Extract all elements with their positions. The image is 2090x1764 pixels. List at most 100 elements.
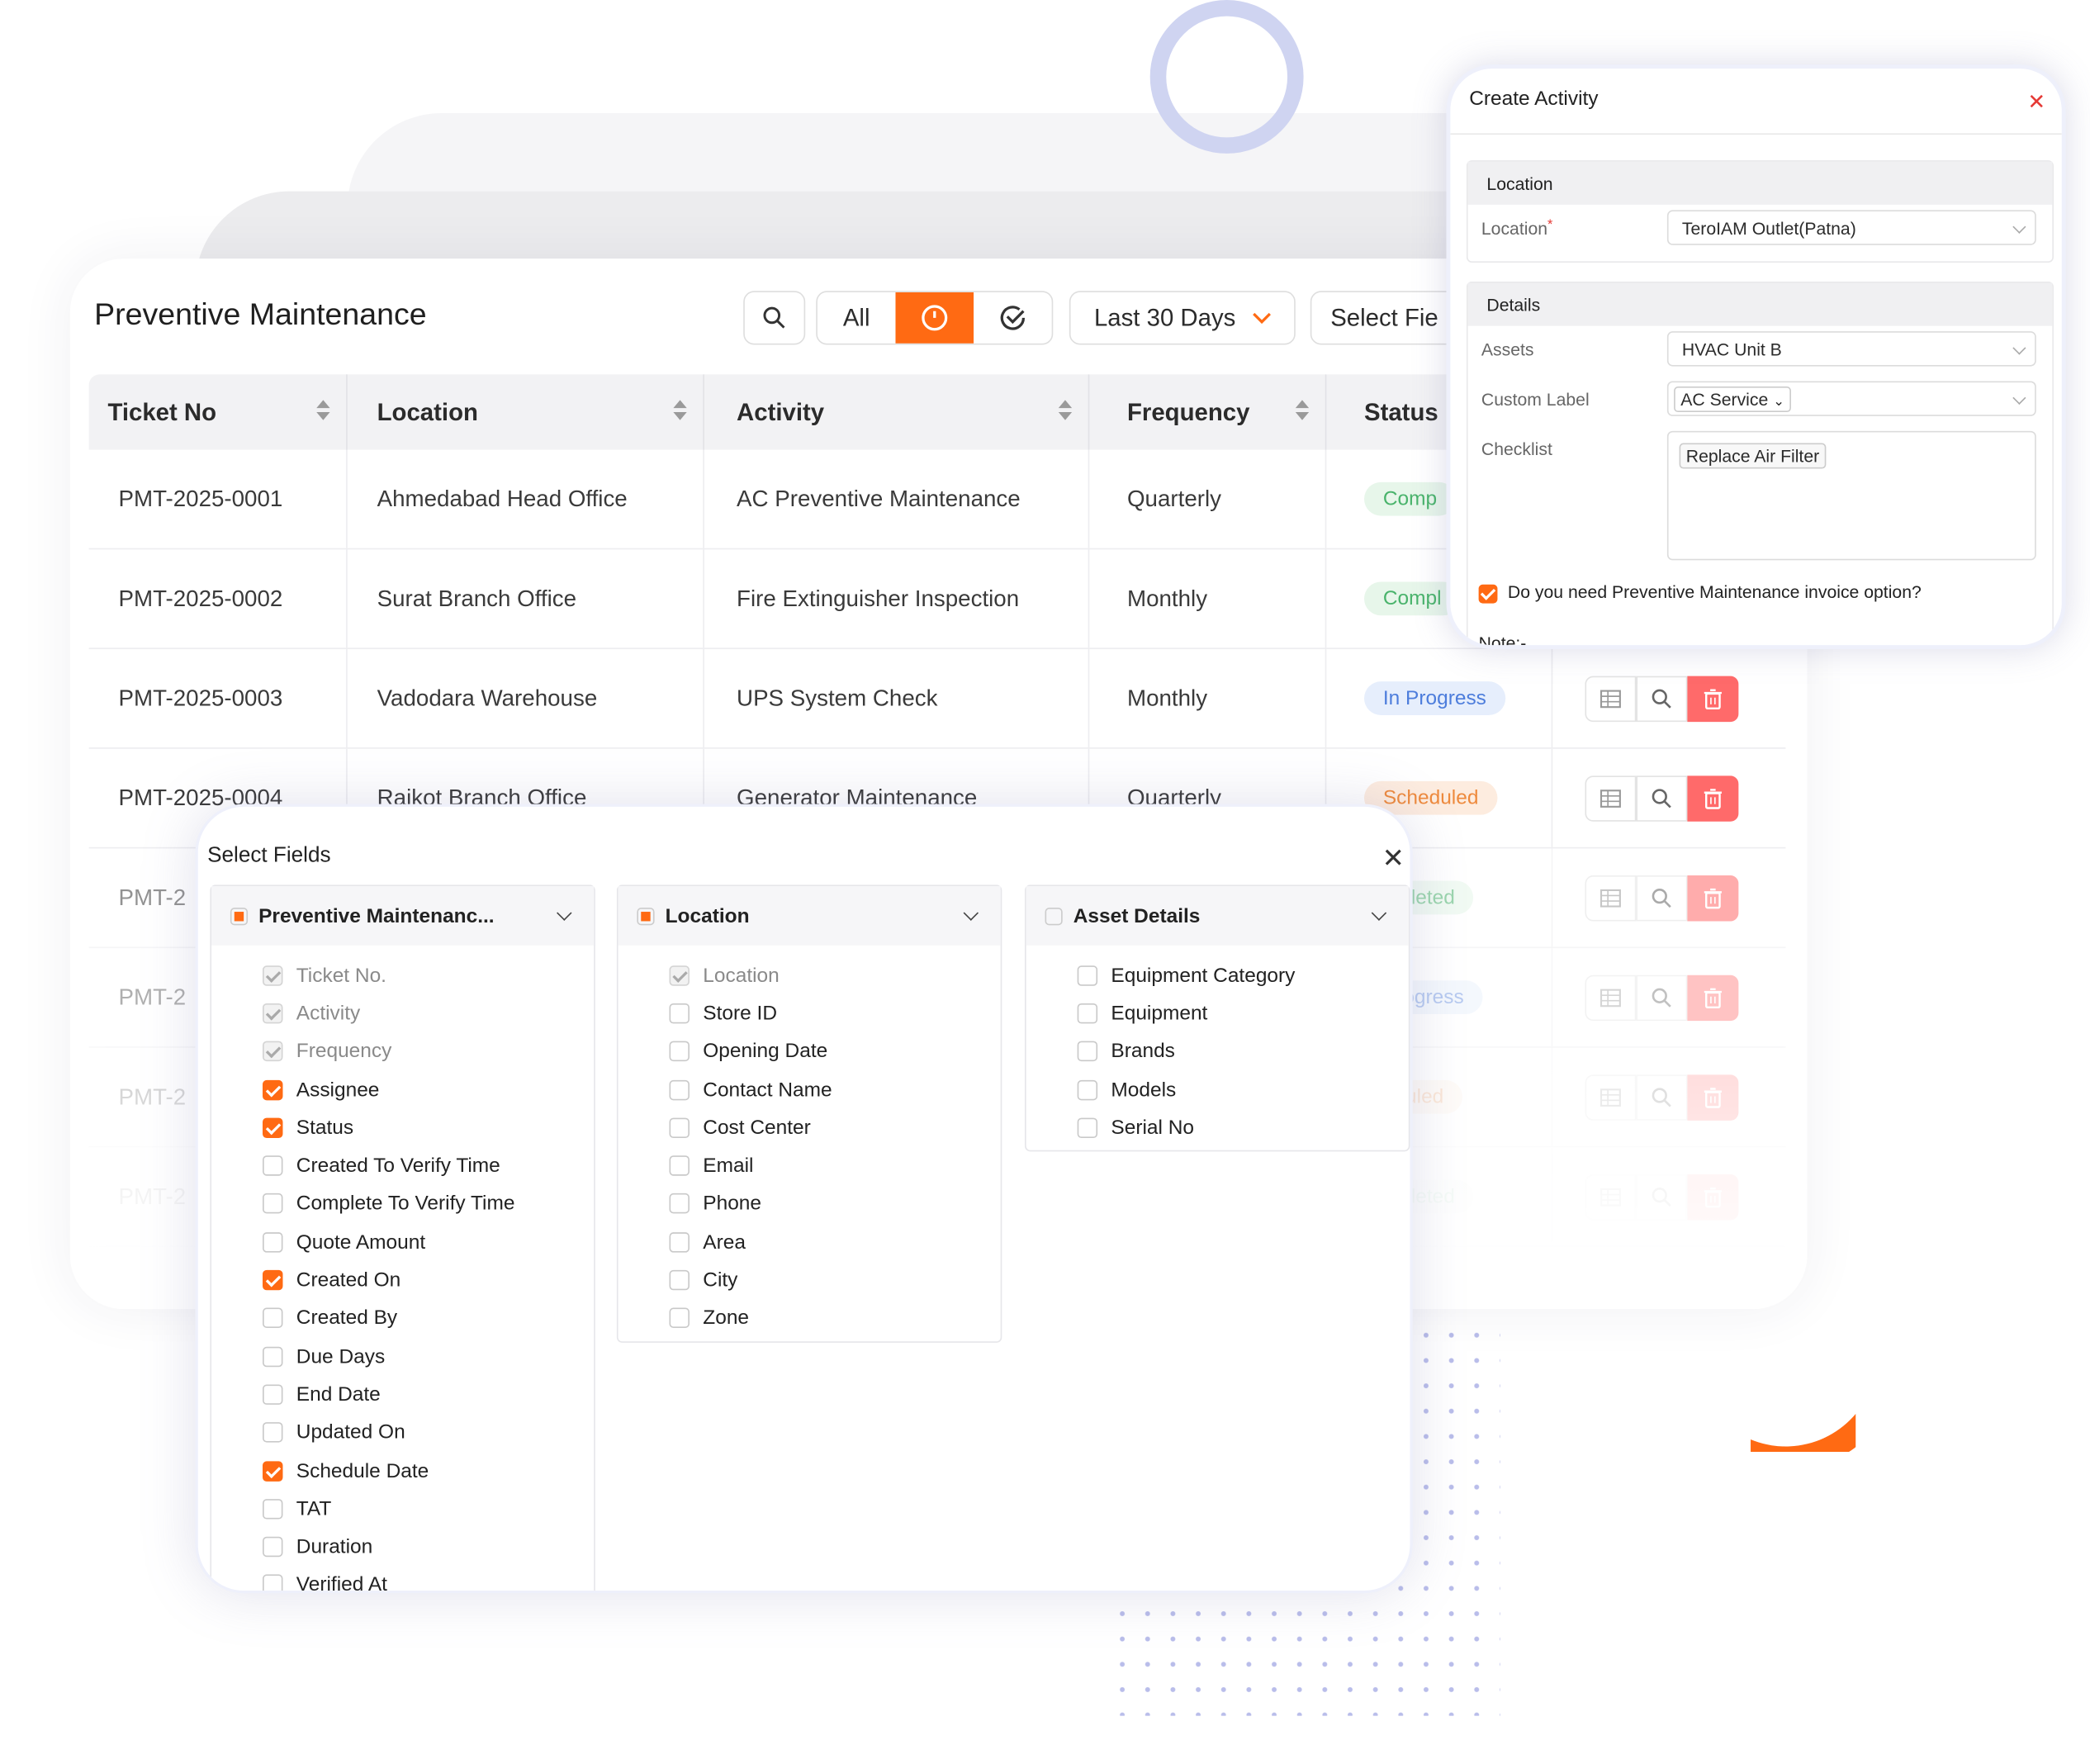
field-option[interactable]: Store ID <box>669 994 1001 1032</box>
field-checkbox[interactable] <box>263 1536 283 1558</box>
search-row-button[interactable] <box>1636 1174 1688 1220</box>
field-option[interactable]: Activity <box>263 994 594 1032</box>
column-header-activity[interactable]: Activity <box>704 374 1090 450</box>
field-checkbox[interactable] <box>263 1003 283 1024</box>
field-option[interactable]: Status <box>263 1108 594 1146</box>
field-option[interactable]: Email <box>669 1147 1001 1185</box>
field-option[interactable]: Verified At <box>263 1566 594 1591</box>
search-row-button[interactable] <box>1636 875 1688 921</box>
field-option[interactable]: Updated On <box>263 1414 594 1452</box>
table-row[interactable]: PMT-2025-0003 Vadodara Warehouse UPS Syste… <box>88 649 1786 749</box>
column-header-frequency[interactable]: Frequency <box>1089 374 1327 450</box>
field-checkbox[interactable] <box>669 1079 690 1100</box>
field-checkbox[interactable] <box>669 1155 690 1176</box>
group-checkbox[interactable] <box>637 907 655 925</box>
field-option[interactable]: Opening Date <box>669 1032 1001 1070</box>
field-checkbox[interactable] <box>263 1346 283 1367</box>
field-option[interactable]: Created To Verify Time <box>263 1147 594 1185</box>
field-checkbox[interactable] <box>263 1498 283 1520</box>
field-checkbox[interactable] <box>669 1117 690 1138</box>
field-option[interactable]: End Date <box>263 1375 594 1413</box>
custom-label-chip[interactable]: AC Service ⌄ <box>1674 386 1792 412</box>
field-option[interactable]: Quote Amount <box>263 1223 594 1261</box>
field-option[interactable]: Cost Center <box>669 1108 1001 1146</box>
field-option[interactable]: City <box>669 1261 1001 1299</box>
search-row-button[interactable] <box>1636 1074 1688 1121</box>
field-option[interactable]: Zone <box>669 1299 1001 1337</box>
field-checkbox[interactable] <box>263 1117 283 1138</box>
search-row-button[interactable] <box>1636 675 1688 722</box>
view-table-button[interactable] <box>1585 974 1637 1021</box>
field-checkbox[interactable] <box>263 1384 283 1405</box>
field-checkbox[interactable] <box>1077 1041 1098 1062</box>
search-row-button[interactable] <box>1636 775 1688 821</box>
chevron-down-icon[interactable] <box>963 905 979 921</box>
delete-button[interactable] <box>1687 974 1739 1021</box>
search-row-button[interactable] <box>1636 974 1688 1021</box>
field-option[interactable]: Ticket No. <box>263 956 594 994</box>
delete-button[interactable] <box>1687 675 1739 722</box>
close-icon[interactable]: ✕ <box>1382 842 1405 875</box>
view-table-button[interactable] <box>1585 1074 1637 1121</box>
group-header[interactable]: Asset Details <box>1026 886 1409 946</box>
field-option[interactable]: Complete To Verify Time <box>263 1185 594 1223</box>
delete-button[interactable] <box>1687 1074 1739 1121</box>
field-checkbox[interactable] <box>1077 1117 1098 1138</box>
field-option[interactable]: Equipment Category <box>1077 956 1409 994</box>
field-option[interactable]: Contact Name <box>669 1070 1001 1108</box>
field-option[interactable]: Phone <box>669 1185 1001 1223</box>
group-header[interactable]: Location <box>618 886 1001 946</box>
group-checkbox[interactable] <box>1045 907 1063 925</box>
view-table-button[interactable] <box>1585 875 1637 921</box>
view-table-button[interactable] <box>1585 775 1637 821</box>
field-checkbox[interactable] <box>669 1269 690 1291</box>
location-select[interactable]: TeroIAM Outlet(Patna) <box>1666 210 2036 245</box>
field-checkbox[interactable] <box>263 1575 283 1591</box>
field-checkbox[interactable] <box>1077 1079 1098 1100</box>
field-option[interactable]: Schedule Date <box>263 1452 594 1490</box>
field-option[interactable]: TAT <box>263 1490 594 1528</box>
field-checkbox[interactable] <box>669 1308 690 1329</box>
field-option[interactable]: Brands <box>1077 1032 1409 1070</box>
field-option[interactable]: Serial No <box>1077 1108 1409 1146</box>
field-checkbox[interactable] <box>263 1041 283 1062</box>
field-option[interactable]: Frequency <box>263 1032 594 1070</box>
sort-icon[interactable] <box>1296 400 1309 420</box>
view-table-button[interactable] <box>1585 675 1637 722</box>
filter-completed-button[interactable] <box>974 292 1052 344</box>
checklist-chip[interactable]: Replace Air Filter <box>1679 443 1827 469</box>
checklist-field[interactable]: Replace Air Filter <box>1666 430 2036 561</box>
invoice-checkbox[interactable] <box>1478 584 1498 603</box>
sort-icon[interactable] <box>1059 400 1072 420</box>
sort-icon[interactable] <box>316 400 329 420</box>
field-option[interactable]: Duration <box>263 1528 594 1566</box>
field-checkbox[interactable] <box>669 1193 690 1215</box>
column-header-ticket[interactable]: Ticket No <box>89 374 348 450</box>
view-table-button[interactable] <box>1585 1174 1637 1220</box>
column-header-location[interactable]: Location <box>348 374 704 450</box>
filter-all-button[interactable]: All <box>818 292 896 344</box>
delete-button[interactable] <box>1687 1174 1739 1220</box>
field-checkbox[interactable] <box>263 1460 283 1482</box>
field-checkbox[interactable] <box>1077 965 1098 986</box>
filter-pending-button[interactable] <box>895 292 974 344</box>
field-checkbox[interactable] <box>263 965 283 986</box>
custom-label-select[interactable]: AC Service ⌄ <box>1666 381 2036 416</box>
group-header[interactable]: Preventive Maintenanc... <box>211 886 595 946</box>
field-option[interactable]: Due Days <box>263 1337 594 1375</box>
field-checkbox[interactable] <box>263 1422 283 1443</box>
field-checkbox[interactable] <box>669 965 690 986</box>
field-option[interactable]: Assignee <box>263 1070 594 1108</box>
field-option[interactable]: Location <box>669 956 1001 994</box>
field-checkbox[interactable] <box>263 1308 283 1329</box>
field-option[interactable]: Equipment <box>1077 994 1409 1032</box>
delete-button[interactable] <box>1687 775 1739 821</box>
chevron-down-icon[interactable] <box>557 905 572 921</box>
chevron-down-icon[interactable] <box>1371 905 1387 921</box>
field-checkbox[interactable] <box>263 1231 283 1253</box>
field-checkbox[interactable] <box>263 1079 283 1100</box>
field-option[interactable]: Created By <box>263 1299 594 1337</box>
search-button[interactable] <box>743 291 806 345</box>
field-option[interactable]: Models <box>1077 1070 1409 1108</box>
field-option[interactable]: Created On <box>263 1261 594 1299</box>
